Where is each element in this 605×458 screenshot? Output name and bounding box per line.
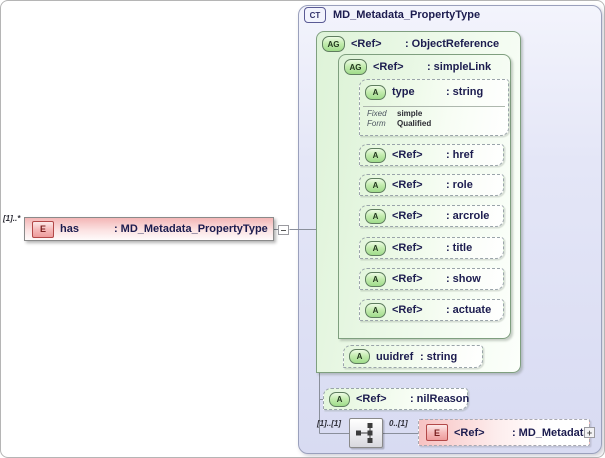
attribute-type-name: actuate bbox=[452, 304, 492, 316]
attribute-type-name: title bbox=[452, 242, 473, 254]
separator: : bbox=[114, 223, 118, 235]
source-element-cardinality: [1]..* bbox=[3, 214, 21, 223]
attribute-group-icon: AG bbox=[344, 59, 367, 75]
attribute-role[interactable]: A <Ref> : role bbox=[359, 174, 504, 196]
complex-type-icon: CT bbox=[304, 7, 326, 23]
attribute-icon: A bbox=[349, 349, 370, 364]
attribute-show[interactable]: A <Ref> : show bbox=[359, 268, 504, 290]
attribute-type-name: nilReason bbox=[416, 393, 470, 405]
expand-plus-icon[interactable]: + bbox=[584, 427, 595, 438]
attribute-nilreason[interactable]: A <Ref> : nilReason bbox=[323, 388, 470, 410]
group-ref-name: <Ref> bbox=[373, 61, 404, 73]
attribute-icon: A bbox=[365, 84, 386, 100]
complex-type-header: CT MD_Metadata_PropertyType bbox=[304, 7, 480, 23]
attribute-type-name: role bbox=[452, 179, 473, 191]
attribute-type-name: arcrole bbox=[452, 210, 490, 222]
separator: : bbox=[446, 210, 450, 222]
separator: : bbox=[446, 304, 450, 316]
attribute-name: <Ref> bbox=[392, 242, 423, 254]
element-icon: E bbox=[426, 424, 448, 441]
separator: : bbox=[446, 242, 450, 254]
fact-value: Qualified bbox=[397, 119, 432, 128]
separator: : bbox=[446, 86, 450, 98]
sequence-compositor[interactable] bbox=[349, 418, 383, 448]
attribute-name: <Ref> bbox=[392, 210, 423, 222]
group-type: simpleLink bbox=[433, 61, 492, 73]
element-type: MD_Metadata_PropertyType bbox=[120, 223, 268, 235]
attribute-name: <Ref> bbox=[392, 149, 423, 161]
separator: : bbox=[405, 38, 409, 50]
collapse-handle-icon[interactable] bbox=[278, 225, 289, 235]
element-type: MD_Metadata bbox=[518, 426, 590, 439]
group-type: ObjectReference bbox=[411, 38, 500, 50]
fact-label: Fixed bbox=[367, 109, 387, 118]
attribute-type-name: string bbox=[452, 86, 484, 98]
attribute-title[interactable]: A <Ref> : title bbox=[359, 237, 504, 259]
attribute-icon: A bbox=[329, 391, 350, 407]
group-ref-name: <Ref> bbox=[351, 38, 382, 50]
sequence-icon bbox=[356, 423, 373, 443]
separator: : bbox=[446, 149, 450, 161]
facts-table: Fixed simple Form Qualified bbox=[367, 109, 431, 128]
attribute-icon: A bbox=[365, 208, 386, 224]
attribute-name: uuidref bbox=[376, 350, 414, 363]
attribute-type-name: string bbox=[426, 350, 458, 363]
separator: : bbox=[410, 393, 414, 405]
element-name: has bbox=[60, 223, 79, 235]
attribute-icon: A bbox=[365, 271, 386, 287]
attribute-arcrole[interactable]: A <Ref> : arcrole bbox=[359, 205, 504, 227]
separator: : bbox=[446, 179, 450, 191]
attribute-uuidref[interactable]: A uuidref : string bbox=[343, 345, 483, 368]
child-cardinality: 0..[1] bbox=[389, 419, 408, 428]
separator: : bbox=[427, 61, 431, 73]
sequence-cardinality: [1]..[1] bbox=[317, 419, 341, 428]
schema-diagram: [1]..* E has : MD_Metadata_PropertyType C… bbox=[0, 0, 605, 458]
attribute-name: type bbox=[392, 86, 415, 98]
complex-type-title: MD_Metadata_PropertyType bbox=[333, 9, 481, 21]
attribute-icon: A bbox=[365, 177, 386, 193]
element-md-metadata[interactable]: E <Ref> : MD_Metadata + bbox=[418, 419, 595, 446]
attribute-type[interactable]: A type : string Fixed simple Form Qualifi… bbox=[359, 79, 509, 136]
attribute-name: <Ref> bbox=[392, 304, 423, 316]
attribute-actuate[interactable]: A <Ref> : actuate bbox=[359, 299, 504, 321]
attribute-name: <Ref> bbox=[392, 273, 423, 285]
attribute-group-icon: AG bbox=[322, 36, 345, 52]
attribute-type-name: show bbox=[452, 273, 481, 285]
attribute-type-name: href bbox=[452, 149, 474, 161]
attribute-name: <Ref> bbox=[356, 393, 387, 405]
separator: : bbox=[446, 273, 450, 285]
attribute-icon: A bbox=[365, 302, 386, 318]
attribute-name: <Ref> bbox=[392, 179, 423, 191]
attribute-icon: A bbox=[365, 240, 386, 256]
element-has[interactable]: E has : MD_Metadata_PropertyType bbox=[24, 217, 274, 241]
attribute-href[interactable]: A <Ref> : href bbox=[359, 144, 504, 166]
element-ref-name: <Ref> bbox=[454, 426, 485, 439]
fact-label: Form bbox=[367, 119, 386, 128]
separator: : bbox=[420, 350, 424, 363]
facts-divider bbox=[363, 106, 505, 107]
separator: : bbox=[512, 426, 516, 439]
element-icon: E bbox=[32, 220, 54, 238]
fact-value: simple bbox=[397, 109, 423, 118]
attribute-icon: A bbox=[365, 147, 386, 163]
